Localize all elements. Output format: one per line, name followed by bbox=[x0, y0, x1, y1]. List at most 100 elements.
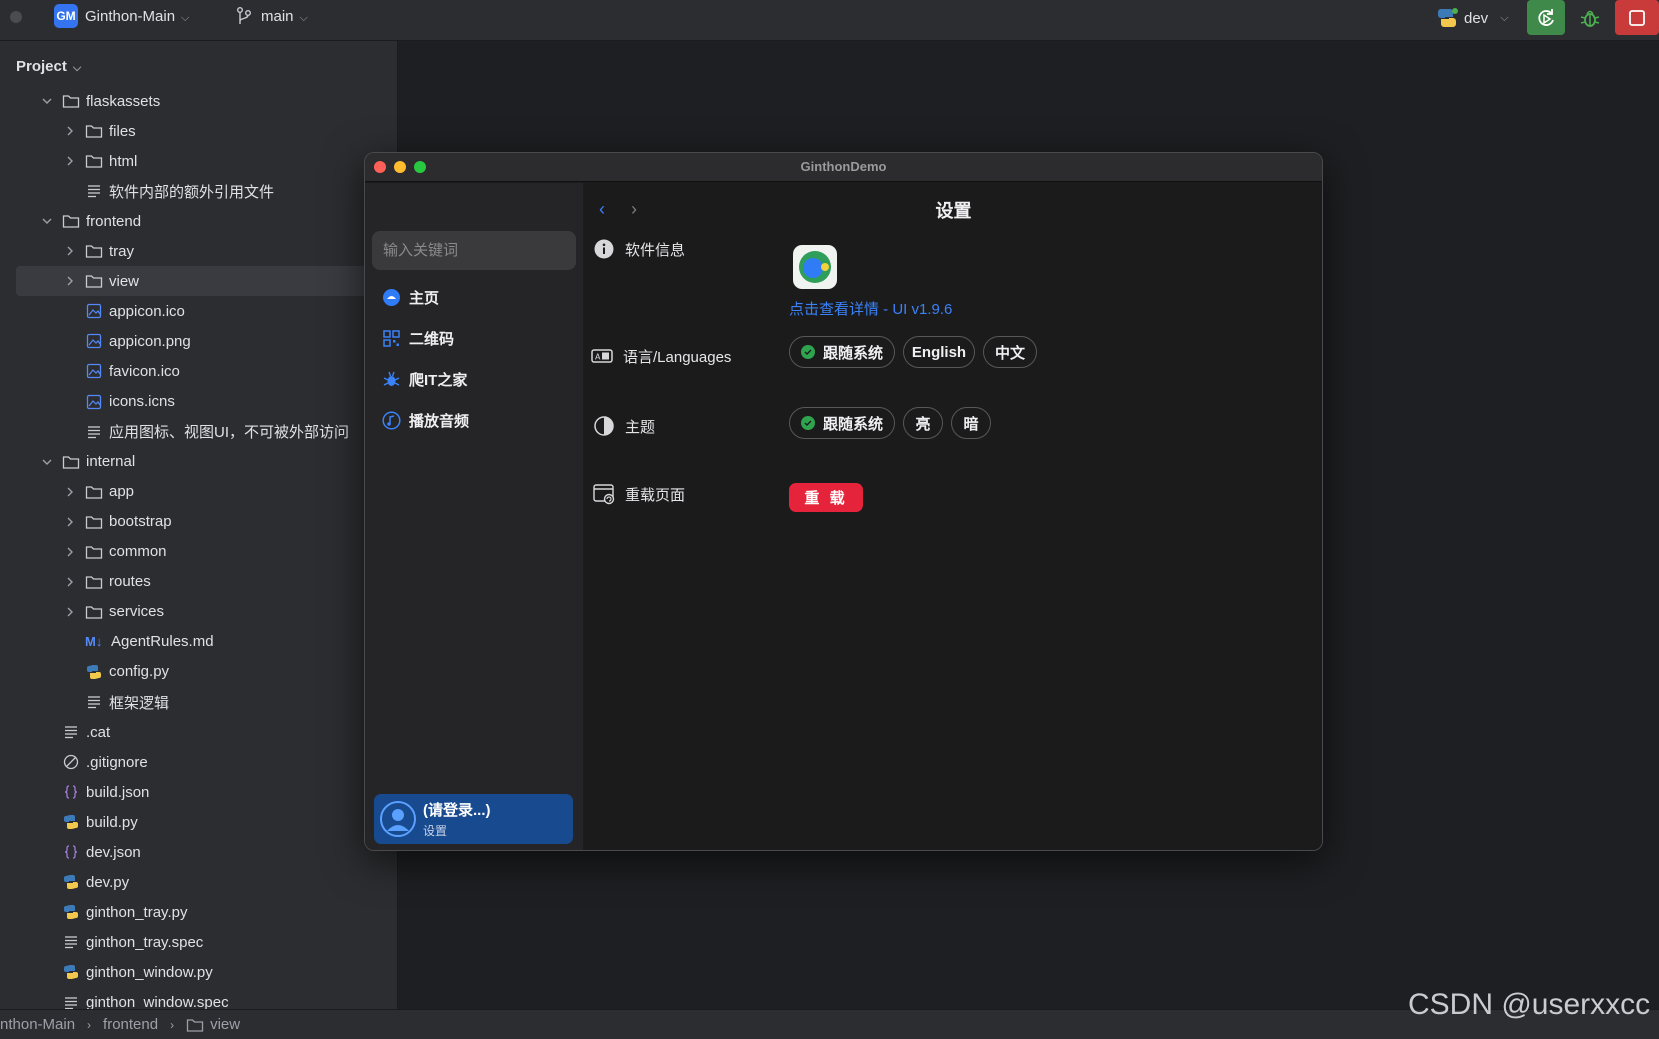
check-icon bbox=[801, 416, 815, 430]
image-file-icon bbox=[85, 302, 103, 320]
tree-item[interactable]: internal bbox=[0, 447, 397, 477]
chevron-down-icon[interactable] bbox=[40, 94, 54, 108]
tree-item-label: dev.py bbox=[86, 873, 130, 891]
tree-item[interactable]: 应用图标、视图UI，不可被外部访问 bbox=[0, 417, 397, 447]
user-info: (请登录...) 设置 bbox=[423, 799, 491, 839]
chevron-right-icon[interactable] bbox=[63, 124, 77, 138]
translate-icon: A bbox=[591, 345, 613, 367]
top-toolbar: GM Ginthon-Main ⌵ main ⌵ dev ⌵ bbox=[0, 0, 1659, 41]
tree-item[interactable]: flaskassets bbox=[0, 86, 397, 116]
nav-item-home[interactable]: 主页 bbox=[382, 282, 439, 312]
contrast-icon bbox=[593, 415, 615, 437]
tree-item-label: 应用图标、视图UI，不可被外部访问 bbox=[109, 424, 350, 442]
tree-item[interactable]: html bbox=[0, 146, 397, 176]
app-logo-icon bbox=[799, 251, 831, 283]
chevron-right-icon[interactable] bbox=[63, 485, 77, 499]
folder-icon bbox=[85, 513, 103, 531]
section-label: 重载页面 bbox=[625, 486, 686, 504]
git-branch-icon bbox=[237, 7, 251, 24]
tree-item[interactable]: dev.json bbox=[0, 837, 397, 867]
tree-item[interactable]: 软件内部的额外引用文件 bbox=[0, 176, 397, 206]
theme-option-dark[interactable]: 暗 bbox=[951, 407, 991, 439]
tree-item[interactable]: build.json bbox=[0, 777, 397, 807]
folder-icon bbox=[85, 242, 103, 260]
chevron-right-icon[interactable] bbox=[63, 154, 77, 168]
nav-item-play-audio[interactable]: 播放音频 bbox=[382, 405, 469, 435]
tree-item[interactable]: build.py bbox=[0, 807, 397, 837]
tree-item[interactable]: services bbox=[0, 597, 397, 627]
tree-item[interactable]: tray bbox=[0, 236, 397, 266]
nav-item-label: 爬IT之家 bbox=[409, 371, 468, 389]
project-view-selector[interactable]: Project ⌵ bbox=[16, 58, 81, 75]
chevron-right-icon[interactable] bbox=[63, 575, 77, 589]
folder-icon bbox=[85, 603, 103, 621]
language-option-chinese[interactable]: 中文 bbox=[983, 336, 1037, 368]
tree-item-label: ginthon_tray.py bbox=[86, 903, 188, 921]
language-option-system[interactable]: 跟随系统 bbox=[789, 336, 895, 368]
breadcrumb-project[interactable]: nthon-Main bbox=[0, 1016, 75, 1033]
tree-item[interactable]: ginthon_window.py bbox=[0, 957, 397, 987]
nav-item-crawl-ithome[interactable]: 爬IT之家 bbox=[382, 364, 467, 394]
tree-item[interactable]: appicon.ico bbox=[0, 296, 397, 326]
tree-item[interactable]: .cat bbox=[0, 717, 397, 747]
debug-icon[interactable] bbox=[1578, 6, 1602, 30]
nav-item-qrcode[interactable]: 二维码 bbox=[382, 323, 454, 353]
chevron-right-icon[interactable] bbox=[63, 515, 77, 529]
tree-item[interactable]: files bbox=[0, 116, 397, 146]
tree-item[interactable]: icons.icns bbox=[0, 387, 397, 417]
tree-item-label: common bbox=[109, 543, 167, 561]
check-icon bbox=[801, 345, 815, 359]
tree-item[interactable]: M↓ AgentRules.md bbox=[0, 627, 397, 657]
tree-item[interactable]: common bbox=[0, 537, 397, 567]
chevron-down-icon[interactable] bbox=[40, 455, 54, 469]
folder-icon bbox=[62, 92, 80, 110]
chevron-right-icon[interactable] bbox=[63, 545, 77, 559]
branch-switcher[interactable]: main ⌵ bbox=[261, 8, 308, 25]
tree-item-label: internal bbox=[86, 453, 136, 471]
chevron-down-icon: ⌵ bbox=[299, 12, 308, 24]
tree-item-label: ginthon_window.py bbox=[86, 963, 213, 981]
tree-item[interactable]: ginthon_window.spec bbox=[0, 988, 397, 1009]
breadcrumb-frontend[interactable]: frontend bbox=[103, 1016, 158, 1033]
language-option-english[interactable]: English bbox=[903, 336, 975, 368]
tree-item[interactable]: appicon.png bbox=[0, 326, 397, 356]
folder-icon bbox=[85, 573, 103, 591]
chevron-right-icon[interactable] bbox=[63, 274, 77, 288]
tree-item[interactable]: frontend bbox=[0, 206, 397, 236]
tree-item-label: 框架逻辑 bbox=[109, 694, 170, 712]
version-details-link[interactable]: 点击查看详情 - UI v1.9.6 bbox=[789, 298, 952, 319]
chevron-right-icon[interactable] bbox=[63, 605, 77, 619]
tree-item[interactable]: .gitignore bbox=[0, 747, 397, 777]
user-card[interactable]: (请登录...) 设置 bbox=[374, 794, 573, 844]
info-icon bbox=[593, 238, 615, 260]
reload-page-label: 重载页面 bbox=[593, 483, 685, 505]
search-input[interactable] bbox=[372, 231, 576, 270]
chevron-down-icon[interactable] bbox=[40, 214, 54, 228]
stop-button[interactable] bbox=[1615, 0, 1659, 35]
tree-item[interactable]: ginthon_tray.spec bbox=[0, 927, 397, 957]
tree-item[interactable]: app bbox=[0, 477, 397, 507]
tree-item[interactable]: routes bbox=[0, 567, 397, 597]
breadcrumb-view[interactable]: view bbox=[210, 1016, 240, 1033]
run-config-selector[interactable]: dev ⌵ bbox=[1436, 7, 1509, 29]
tree-item[interactable]: config.py bbox=[0, 657, 397, 687]
tree-item[interactable]: favicon.ico bbox=[0, 356, 397, 386]
theme-option-system[interactable]: 跟随系统 bbox=[789, 407, 895, 439]
option-label: 亮 bbox=[915, 415, 931, 433]
tree-item-label: ginthon_window.spec bbox=[86, 994, 229, 1009]
tree-item-label: AgentRules.md bbox=[111, 633, 214, 651]
project-switcher[interactable]: Ginthon-Main ⌵ bbox=[85, 8, 189, 25]
tree-item[interactable]: view bbox=[0, 266, 397, 297]
window-dot[interactable] bbox=[10, 11, 22, 23]
tree-item[interactable]: bootstrap bbox=[0, 507, 397, 537]
tree-item[interactable]: 框架逻辑 bbox=[0, 687, 397, 717]
chevron-right-icon[interactable] bbox=[63, 244, 77, 258]
tree-item[interactable]: ginthon_tray.py bbox=[0, 897, 397, 927]
python-icon bbox=[1438, 8, 1458, 27]
option-label: 跟随系统 bbox=[823, 415, 884, 433]
theme-option-light[interactable]: 亮 bbox=[903, 407, 943, 439]
option-label: 跟随系统 bbox=[823, 344, 884, 362]
tree-item[interactable]: dev.py bbox=[0, 867, 397, 897]
rerun-button[interactable] bbox=[1527, 0, 1565, 35]
reload-button[interactable]: 重 载 bbox=[789, 483, 863, 512]
